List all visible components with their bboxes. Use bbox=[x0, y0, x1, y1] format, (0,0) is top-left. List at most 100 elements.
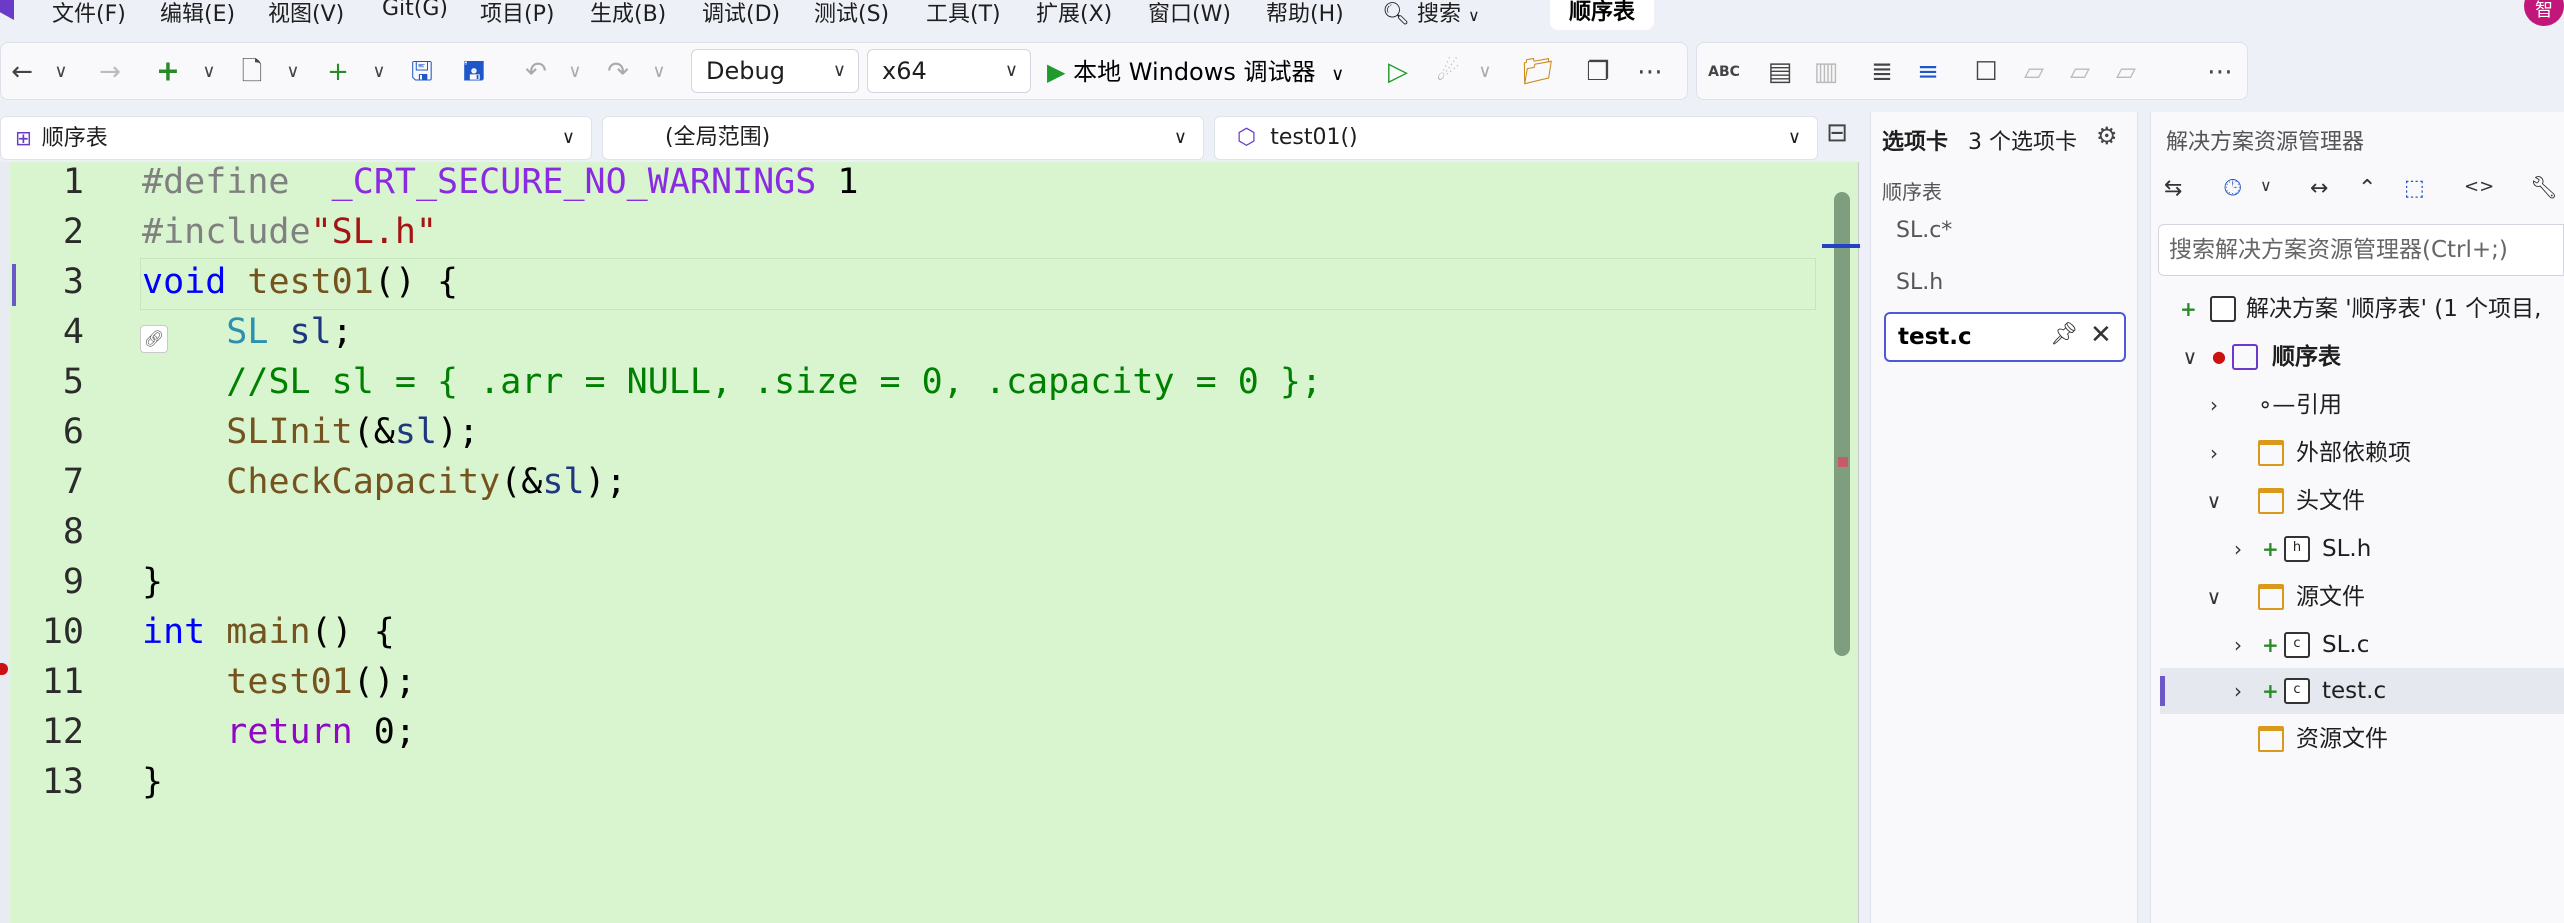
live-share-icon[interactable]: ❐ bbox=[1581, 55, 1615, 89]
chevron-down-icon: ∨ bbox=[1173, 127, 1187, 148]
chevron-right-icon[interactable]: › bbox=[2204, 382, 2224, 428]
menu-extensions[interactable]: 扩展(X) bbox=[1036, 0, 1112, 28]
back-icon[interactable]: ← bbox=[5, 55, 39, 89]
clear-bookmarks-icon[interactable]: ▱ bbox=[2109, 55, 2143, 89]
menu-debug[interactable]: 调试(D) bbox=[702, 0, 780, 28]
redo-icon[interactable]: ↷ bbox=[601, 55, 635, 89]
indent-icon[interactable]: ≣ bbox=[1865, 55, 1899, 89]
chevron-down-icon[interactable]: ∨ bbox=[2260, 176, 2272, 195]
code-line[interactable]: SLInit(&sl); bbox=[142, 412, 479, 452]
menu-edit[interactable]: 编辑(E) bbox=[160, 0, 235, 28]
history-icon[interactable]: 🕒︎ bbox=[2224, 176, 2241, 201]
tree-item-sl-h[interactable]: › + h SL.h bbox=[2228, 526, 2564, 572]
start-debugging-button[interactable]: ▶ 本地 Windows 调试器 ∨ bbox=[1047, 55, 1344, 89]
menu-help[interactable]: 帮助(H) bbox=[1266, 0, 1344, 28]
scope-nav-dropdown[interactable]: (全局范围) ∨ bbox=[602, 116, 1204, 160]
chevron-down-icon[interactable]: ∨ bbox=[1475, 55, 1495, 89]
outdent-icon[interactable]: ≡ bbox=[1911, 55, 1945, 89]
hot-reload-icon[interactable]: ☄ bbox=[1431, 55, 1465, 89]
show-all-files-icon[interactable]: ⬚ bbox=[2404, 176, 2425, 201]
chevron-down-icon[interactable]: ∨ bbox=[283, 55, 303, 89]
chevron-down-icon[interactable]: ∨ bbox=[2180, 334, 2200, 380]
chevron-right-icon[interactable]: › bbox=[2228, 526, 2248, 572]
bookmark-icon[interactable]: ☐ bbox=[1969, 55, 2003, 89]
chevron-right-icon[interactable]: › bbox=[2204, 430, 2224, 476]
wrench-icon[interactable]: 🔧︎ bbox=[2530, 176, 2558, 201]
tree-item-external-deps[interactable]: › 外部依赖项 bbox=[2204, 430, 2564, 476]
code-line[interactable] bbox=[142, 512, 163, 552]
chevron-down-icon[interactable]: ∨ bbox=[649, 55, 669, 89]
spell-check-icon[interactable]: ABC bbox=[1707, 55, 1741, 89]
code-line[interactable]: return 0; bbox=[142, 712, 416, 752]
solution-search-input[interactable]: 搜索解决方案资源管理器(Ctrl+;) bbox=[2158, 224, 2564, 276]
new-item-icon[interactable]: ➕︎ bbox=[151, 55, 185, 89]
tree-item-references[interactable]: › ∘— 引用 bbox=[2204, 382, 2564, 428]
prev-bookmark-icon[interactable]: ▱ bbox=[2017, 55, 2051, 89]
menu-view[interactable]: 视图(V) bbox=[268, 0, 344, 28]
code-line[interactable]: #include"SL.h" bbox=[142, 212, 437, 252]
code-view-icon[interactable]: <> bbox=[2464, 176, 2494, 197]
tab-sl-c[interactable]: SL.c* bbox=[1896, 218, 1952, 243]
code-line[interactable]: int main() { bbox=[142, 612, 395, 652]
split-editor-icon[interactable]: ⊟ bbox=[1822, 118, 1852, 148]
tree-item-solution[interactable]: + 解决方案 '顺序表' (1 个项目, bbox=[2180, 286, 2564, 332]
menu-file[interactable]: 文件(F) bbox=[52, 0, 126, 28]
expand-icon[interactable]: ↔ bbox=[2310, 176, 2328, 201]
more-options-icon[interactable]: ⋯ bbox=[2203, 55, 2237, 89]
code-line[interactable]: SL sl; bbox=[142, 312, 352, 352]
chevron-down-icon[interactable]: ∨ bbox=[2204, 574, 2224, 620]
tree-item-header-files[interactable]: ∨ 头文件 bbox=[2204, 478, 2564, 524]
code-line[interactable]: CheckCapacity(&sl); bbox=[142, 462, 626, 502]
code-line[interactable]: } bbox=[142, 762, 163, 802]
more-options-icon[interactable]: ⋯ bbox=[1633, 55, 1667, 89]
member-nav-dropdown[interactable]: ⬡ test01() ∨ bbox=[1214, 116, 1818, 160]
current-line-marker bbox=[12, 264, 16, 306]
tree-item-test-c[interactable]: › + c test.c bbox=[2228, 668, 2564, 714]
tab-test-c[interactable]: test.c 📌︎ ✕ bbox=[1884, 312, 2126, 362]
new-file-icon[interactable]: 🗋 bbox=[235, 55, 269, 89]
menu-window[interactable]: 窗口(W) bbox=[1148, 0, 1231, 28]
chevron-down-icon[interactable]: ∨ bbox=[2204, 478, 2224, 524]
next-bookmark-icon[interactable]: ▱ bbox=[2063, 55, 2097, 89]
vertical-scrollbar[interactable] bbox=[1834, 192, 1850, 656]
code-line[interactable]: //SL sl = { .arr = NULL, .size = 0, .cap… bbox=[142, 362, 1322, 402]
menu-git[interactable]: Git(G) bbox=[382, 0, 448, 21]
comment-icon[interactable]: ▤ bbox=[1763, 55, 1797, 89]
forward-icon[interactable]: → bbox=[93, 55, 127, 89]
chevron-down-icon[interactable]: ∨ bbox=[199, 55, 219, 89]
undo-icon[interactable]: ↶ bbox=[519, 55, 553, 89]
tab-sl-h[interactable]: SL.h bbox=[1896, 270, 1943, 295]
tree-item-source-files[interactable]: ∨ 源文件 bbox=[2204, 574, 2564, 620]
close-icon[interactable]: ✕ bbox=[2090, 320, 2112, 350]
find-in-files-icon[interactable]: 📁︎ bbox=[1521, 55, 1555, 89]
code-line[interactable]: } bbox=[142, 562, 163, 602]
search-button[interactable]: 🔍︎ 搜索 ∨ bbox=[1382, 0, 1480, 28]
tree-item-resource-files[interactable]: 资源文件 bbox=[2204, 716, 2564, 762]
code-line[interactable]: void test01() { bbox=[142, 262, 458, 302]
pin-icon[interactable]: 📌︎ bbox=[2050, 322, 2078, 347]
chevron-down-icon[interactable]: ∨ bbox=[369, 55, 389, 89]
menu-test[interactable]: 测试(S) bbox=[814, 0, 889, 28]
start-without-debugging-icon[interactable]: ▷ bbox=[1381, 55, 1415, 89]
tree-item-project[interactable]: ∨ ● 顺序表 bbox=[2180, 334, 2564, 380]
chevron-right-icon[interactable]: › bbox=[2228, 668, 2248, 714]
menu-tools[interactable]: 工具(T) bbox=[926, 0, 1001, 28]
chevron-right-icon[interactable]: › bbox=[2228, 622, 2248, 668]
code-line[interactable]: #define _CRT_SECURE_NO_WARNINGS 1 bbox=[142, 162, 858, 202]
project-nav-dropdown[interactable]: ⊞ 顺序表 ∨ bbox=[0, 116, 592, 160]
collapse-all-icon[interactable]: ⌃ bbox=[2358, 176, 2376, 201]
menu-project[interactable]: 项目(P) bbox=[480, 0, 554, 28]
chevron-down-icon[interactable]: ∨ bbox=[51, 55, 71, 89]
save-icon[interactable]: 🖫 bbox=[405, 55, 439, 89]
uncomment-icon[interactable]: ▥ bbox=[1809, 55, 1843, 89]
save-all-icon[interactable]: 🖪 bbox=[457, 55, 491, 89]
sync-icon[interactable]: ⇆ bbox=[2164, 176, 2182, 201]
platform-dropdown[interactable]: x64 ∨ bbox=[867, 49, 1031, 93]
chevron-down-icon[interactable]: ∨ bbox=[565, 55, 585, 89]
menu-build[interactable]: 生成(B) bbox=[590, 0, 666, 28]
add-project-icon[interactable]: + bbox=[321, 55, 355, 89]
tree-item-sl-c[interactable]: › + c SL.c bbox=[2228, 622, 2564, 668]
gear-icon[interactable]: ⚙ bbox=[2096, 122, 2118, 150]
configuration-dropdown[interactable]: Debug ∨ bbox=[691, 49, 859, 93]
code-line[interactable]: test01(); bbox=[142, 662, 416, 702]
